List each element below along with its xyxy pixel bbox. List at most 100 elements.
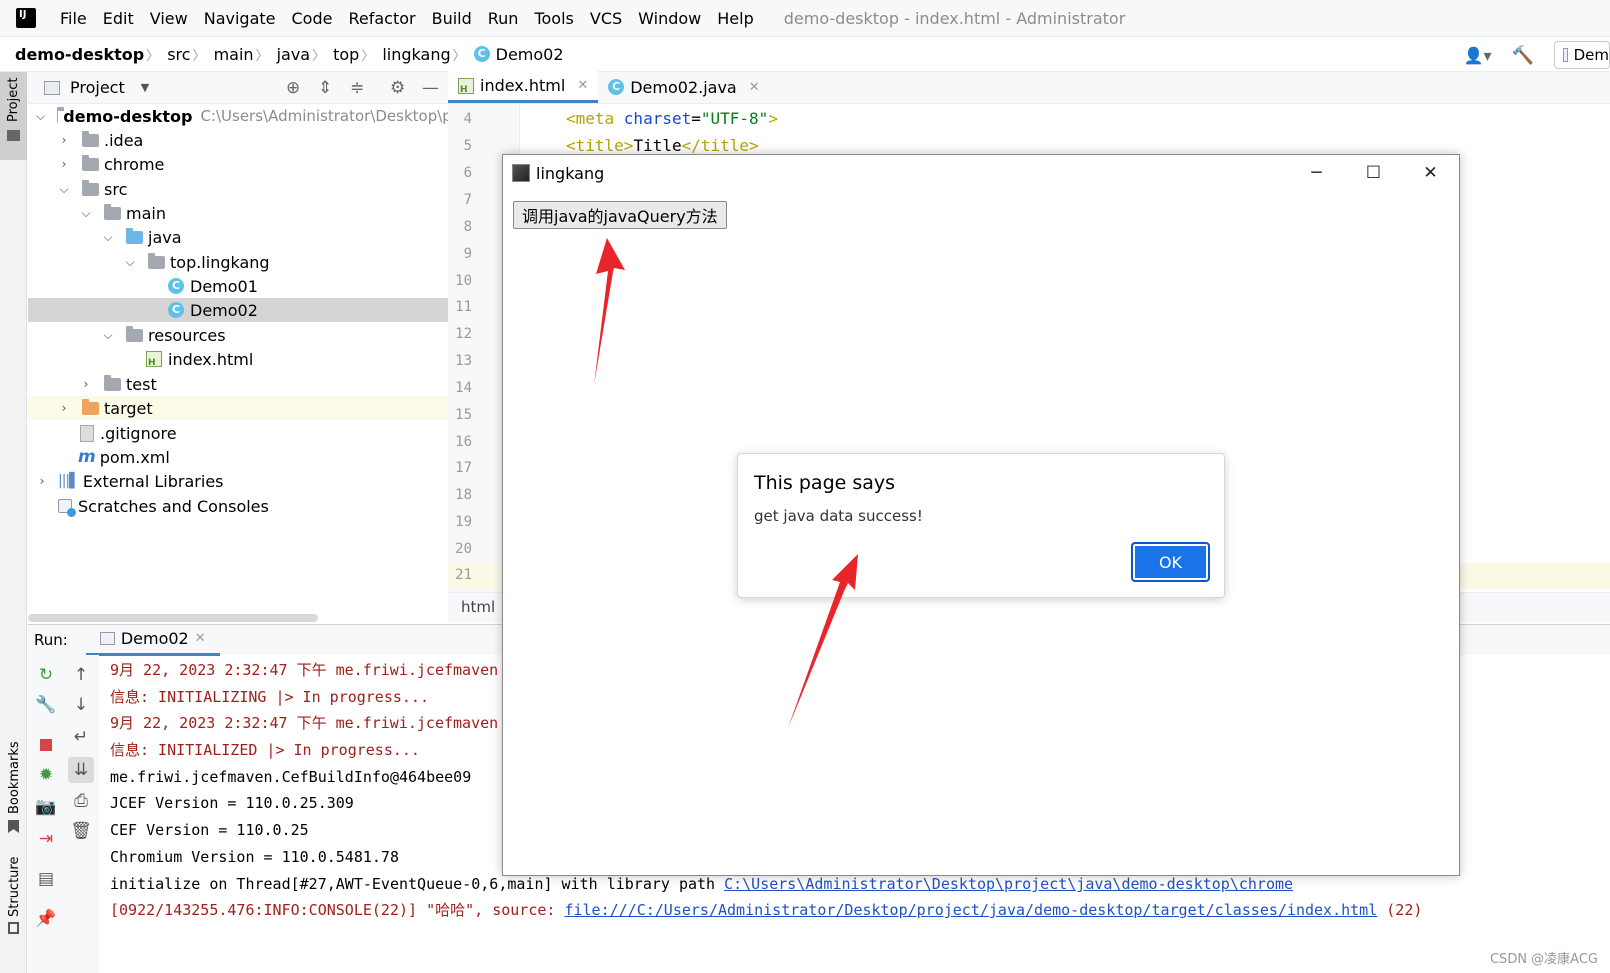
stop-icon[interactable] [36,735,56,755]
trash-icon[interactable]: 🗑 [70,821,92,841]
breadcrumb-item[interactable]: Demo02 [494,45,564,64]
code-line[interactable]: <title>Title</title> [566,136,759,155]
collapse-all-icon[interactable]: ≑ [350,78,364,98]
close-icon[interactable]: ✕ [749,80,760,95]
breadcrumb-item[interactable]: demo-desktop [0,45,144,64]
tree-item-java[interactable]: ⌵ java [28,225,458,249]
maximize-window-button[interactable]: ☐ [1345,155,1402,191]
tree-item-scratches[interactable]: Scratches and Consoles [28,494,458,518]
pin-icon[interactable]: 📌 [35,909,56,929]
minimize-icon[interactable]: — [422,78,439,98]
menu-build[interactable]: Build [424,9,480,28]
chevron-down-icon[interactable]: ⌵ [102,328,114,343]
tree-item-demo02[interactable]: C Demo02 [28,298,458,322]
chevron-right-icon[interactable]: › [80,377,92,391]
breadcrumb-item[interactable]: java [269,45,311,64]
tab-index-html[interactable]: index.html ✕ [448,71,599,103]
line-number: 4 [463,111,472,127]
camera-icon[interactable]: 📷 [35,797,56,817]
tree-item-resources[interactable]: ⌵ resources [28,323,458,347]
tree-item-chrome[interactable]: › chrome [28,152,458,176]
project-tool-window-button[interactable]: Project [0,72,27,160]
menu-file[interactable]: File [52,9,95,28]
line-number: 5 [463,138,472,154]
module-folder-icon [57,106,66,123]
locate-icon[interactable]: ⊕ [286,78,300,98]
scroll-to-end-icon[interactable]: ⇊ [68,757,94,783]
chevron-down-icon[interactable]: ⌵ [124,255,136,270]
menu-edit[interactable]: Edit [95,9,142,28]
horizontal-scrollbar[interactable] [28,614,318,622]
chevron-right-icon: 〉 [312,48,326,64]
menu-run[interactable]: Run [480,9,527,28]
menu-code[interactable]: Code [284,9,341,28]
rerun-icon[interactable]: ↻ [36,665,56,685]
tab-demo02-java[interactable]: C Demo02.java ✕ [598,71,769,103]
tree-item-external-libraries[interactable]: › |||▌ External Libraries [28,469,458,493]
build-hammer-icon[interactable]: 🔨 [1512,45,1534,66]
tree-item-index-html[interactable]: index.html [28,347,458,371]
console-line: Chromium Version = 110.0.5481.78 [110,848,399,866]
editor-breadcrumb-item[interactable]: html [461,598,495,616]
tab-run-demo02[interactable]: Demo02 ✕ [85,625,220,656]
chevron-down-icon[interactable]: ▼ [141,81,149,94]
layout-icon[interactable]: ▤ [36,869,56,889]
tree-item-src[interactable]: ⌵ src [28,177,458,201]
run-configuration-selector[interactable]: Dem [1554,41,1610,69]
menu-navigate[interactable]: Navigate [196,9,284,28]
minimize-window-button[interactable]: ─ [1288,155,1345,191]
chevron-right-icon[interactable]: › [58,401,70,415]
close-window-button[interactable]: ✕ [1402,155,1459,191]
menu-view[interactable]: View [142,9,196,28]
breadcrumb-item[interactable]: lingkang [374,45,450,64]
chevron-down-icon[interactable]: ⌵ [36,109,45,124]
browser-title-bar[interactable]: lingkang ─ ☐ ✕ [503,155,1459,191]
chevron-right-icon[interactable]: › [36,474,48,488]
menu-tools[interactable]: Tools [526,9,581,28]
project-panel-title[interactable]: Project [70,78,125,97]
tree-item-test[interactable]: › test [28,372,458,396]
structure-tool-window-button[interactable]: Structure [7,857,22,917]
tree-item-demo-desktop[interactable]: ⌵ demo-desktop C:\Users\Administrator\De… [28,104,458,128]
user-icon[interactable]: 👤▾ [1464,46,1492,65]
tree-item-pom[interactable]: m pom.xml [28,445,458,469]
structure-icon [8,922,19,934]
code-line[interactable]: <meta charset="UTF-8"> [566,109,778,128]
wrench-icon[interactable]: 🔧 [35,695,56,715]
ok-button[interactable]: OK [1131,542,1210,582]
menu-window[interactable]: Window [630,9,709,28]
close-icon[interactable]: ✕ [195,631,206,646]
console-source-link[interactable]: file:///C:/Users/Administrator/Desktop/p… [564,901,1377,919]
tree-item-idea[interactable]: › .idea [28,128,458,152]
close-icon[interactable]: ✕ [577,78,588,93]
arrow-down-icon[interactable]: ↓ [71,695,91,715]
tree-item-target[interactable]: › target [28,396,458,420]
call-java-query-button[interactable]: 调用java的javaQuery方法 [513,201,727,229]
breadcrumb-item[interactable]: main [206,45,254,64]
menu-refactor[interactable]: Refactor [340,9,423,28]
tree-item-gitignore[interactable]: .gitignore [28,421,458,445]
breadcrumb-item[interactable]: top [325,45,359,64]
print-icon[interactable]: ⎙ [71,791,91,811]
tree-item-package[interactable]: ⌵ top.lingkang [28,250,458,274]
chevron-right-icon[interactable]: › [58,157,70,171]
chevron-down-icon[interactable]: ⌵ [58,182,70,197]
exit-icon[interactable]: ⇥ [36,829,56,849]
gear-icon[interactable]: ⚙ [390,78,405,98]
line-number: 8 [463,219,472,235]
menu-help[interactable]: Help [709,9,761,28]
tree-item-main[interactable]: ⌵ main [28,201,458,225]
arrow-up-icon[interactable]: ↑ [71,665,91,685]
console-path-link[interactable]: C:\Users\Administrator\Desktop\project\j… [724,875,1293,893]
chevron-down-icon[interactable]: ⌵ [80,206,92,221]
tree-item-demo01[interactable]: C Demo01 [28,274,458,298]
debug-icon[interactable]: ✹ [36,765,56,785]
bookmarks-tool-window-button[interactable]: Bookmarks [7,741,22,814]
chevron-right-icon: 〉 [146,48,160,64]
soft-wrap-icon[interactable]: ↵ [71,727,91,747]
menu-vcs[interactable]: VCS [582,9,630,28]
chevron-right-icon[interactable]: › [58,133,70,147]
chevron-down-icon[interactable]: ⌵ [102,230,114,245]
expand-all-icon[interactable]: ⇕ [318,78,332,98]
breadcrumb-item[interactable]: src [159,45,190,64]
